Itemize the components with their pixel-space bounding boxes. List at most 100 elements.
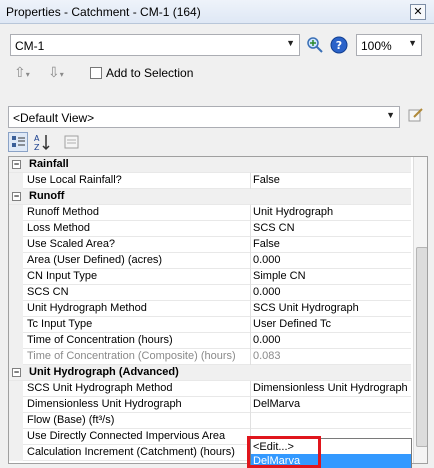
add-to-selection-label: Add to Selection	[106, 66, 194, 80]
property-row[interactable]: Tc Input Type User Defined Tc	[9, 317, 411, 333]
row-gutter	[9, 205, 23, 221]
property-value[interactable]: DelMarva	[251, 397, 411, 413]
property-name: SCS Unit Hydrograph Method	[23, 381, 251, 397]
property-row[interactable]: Time of Concentration (Composite) (hours…	[9, 349, 411, 365]
row-gutter	[9, 317, 23, 333]
chevron-down-icon: ▼	[386, 110, 395, 120]
row-gutter	[9, 269, 23, 285]
property-name: CN Input Type	[23, 269, 251, 285]
view-combo-value: <Default View>	[13, 111, 95, 125]
row-gutter	[9, 349, 23, 365]
property-name: Tc Input Type	[23, 317, 251, 333]
property-value[interactable]: 0.000	[251, 333, 411, 349]
property-value[interactable]: Dimensionless Unit Hydrograph	[251, 381, 411, 397]
property-row[interactable]: Use Local Rainfall? False	[9, 173, 411, 189]
category-row[interactable]: − Runoff	[9, 189, 411, 205]
svg-text:?: ?	[336, 39, 342, 52]
row-gutter	[9, 301, 23, 317]
properties-panel: CM-1 ▼ ? 100% ▼ ⇧▾ ⇩▾ Add to Selection <…	[0, 24, 434, 468]
zoom-combo[interactable]: 100% ▼	[356, 34, 422, 56]
chevron-down-icon: ▼	[408, 38, 417, 48]
property-value[interactable]: False	[251, 237, 411, 253]
property-name: Dimensionless Unit Hydrograph	[23, 397, 251, 413]
property-value[interactable]: 0.000	[251, 253, 411, 269]
row-gutter	[9, 381, 23, 397]
sort-toolbar: A Z	[8, 132, 428, 152]
svg-text:A: A	[34, 134, 40, 143]
edit-view-icon[interactable]	[408, 107, 424, 123]
category-label: Unit Hydrograph (Advanced)	[29, 366, 179, 378]
row-gutter	[9, 237, 23, 253]
element-combo[interactable]: CM-1 ▼	[10, 34, 300, 56]
property-row[interactable]: Dimensionless Unit Hydrograph DelMarva	[9, 397, 411, 413]
property-row[interactable]: Use Scaled Area? False	[9, 237, 411, 253]
property-pages-icon[interactable]	[62, 132, 82, 152]
property-row[interactable]: Runoff Method Unit Hydrograph	[9, 205, 411, 221]
window-title: Properties - Catchment - CM-1 (164)	[6, 5, 201, 19]
property-row[interactable]: Unit Hydrograph Method SCS Unit Hydrograp…	[9, 301, 411, 317]
categorized-view-button[interactable]	[8, 132, 28, 152]
category-row[interactable]: − Unit Hydrograph (Advanced)	[9, 365, 411, 381]
row-gutter	[9, 253, 23, 269]
row-gutter	[9, 173, 23, 189]
property-name: Time of Concentration (hours)	[23, 333, 251, 349]
property-row[interactable]: CN Input Type Simple CN	[9, 269, 411, 285]
collapse-toggle-icon[interactable]: −	[12, 192, 21, 201]
alphabetical-sort-icon[interactable]: A Z	[32, 132, 52, 152]
property-row[interactable]: SCS CN 0.000	[9, 285, 411, 301]
view-combo[interactable]: <Default View> ▼	[8, 106, 400, 128]
property-name: Loss Method	[23, 221, 251, 237]
scrollbar-thumb[interactable]	[416, 247, 427, 447]
vertical-scrollbar[interactable]	[413, 157, 427, 463]
highlight-annotation-box	[247, 436, 321, 468]
forward-arrow-icon[interactable]: ⇩▾	[48, 64, 64, 81]
property-value[interactable]: User Defined Tc	[251, 317, 411, 333]
svg-text:Z: Z	[34, 143, 40, 152]
category-row[interactable]: − Rainfall	[9, 157, 411, 173]
property-value[interactable]: 0.083	[251, 349, 411, 365]
row-gutter	[9, 397, 23, 413]
row-gutter	[9, 333, 23, 349]
title-bar: Properties - Catchment - CM-1 (164) ✕	[0, 0, 434, 24]
property-row[interactable]: Flow (Base) (ft³/s)	[9, 413, 411, 429]
element-combo-value: CM-1	[15, 39, 45, 53]
property-name: Use Scaled Area?	[23, 237, 251, 253]
category-label: Rainfall	[29, 158, 69, 170]
property-row[interactable]: Loss Method SCS CN	[9, 221, 411, 237]
help-icon[interactable]: ?	[330, 36, 348, 54]
collapse-toggle-icon[interactable]: −	[12, 368, 21, 377]
property-value[interactable]	[251, 413, 411, 429]
category-label: Runoff	[29, 190, 65, 202]
property-value[interactable]: SCS Unit Hydrograph	[251, 301, 411, 317]
back-arrow-icon[interactable]: ⇧▾	[14, 64, 30, 81]
property-row[interactable]: Area (User Defined) (acres) 0.000	[9, 253, 411, 269]
zoom-find-icon[interactable]	[306, 36, 324, 54]
property-name: Use Local Rainfall?	[23, 173, 251, 189]
property-value[interactable]: False	[251, 173, 411, 189]
property-name: Time of Concentration (Composite) (hours…	[23, 349, 251, 365]
property-grid: − Rainfall Use Local Rainfall? False − Runoff…	[8, 156, 428, 464]
zoom-combo-value: 100%	[361, 39, 392, 53]
property-name: Use Directly Connected Impervious Area	[23, 429, 251, 445]
row-gutter	[9, 429, 23, 445]
row-gutter	[9, 413, 23, 429]
property-name: SCS CN	[23, 285, 251, 301]
row-gutter	[9, 285, 23, 301]
row-gutter	[9, 221, 23, 237]
property-value[interactable]: Simple CN	[251, 269, 411, 285]
property-row[interactable]: SCS Unit Hydrograph Method Dimensionless …	[9, 381, 411, 397]
property-name: Runoff Method	[23, 205, 251, 221]
row-gutter	[9, 445, 23, 461]
chevron-down-icon: ▼	[286, 38, 295, 48]
close-button[interactable]: ✕	[410, 4, 426, 20]
property-value[interactable]: Unit Hydrograph	[251, 205, 411, 221]
property-name: Unit Hydrograph Method	[23, 301, 251, 317]
property-name: Area (User Defined) (acres)	[23, 253, 251, 269]
property-value[interactable]: SCS CN	[251, 221, 411, 237]
property-name: Flow (Base) (ft³/s)	[23, 413, 251, 429]
add-to-selection-checkbox[interactable]	[90, 67, 102, 79]
property-name: Calculation Increment (Catchment) (hours…	[23, 445, 251, 461]
property-row[interactable]: Time of Concentration (hours) 0.000	[9, 333, 411, 349]
collapse-toggle-icon[interactable]: −	[12, 160, 21, 169]
property-value[interactable]: 0.000	[251, 285, 411, 301]
